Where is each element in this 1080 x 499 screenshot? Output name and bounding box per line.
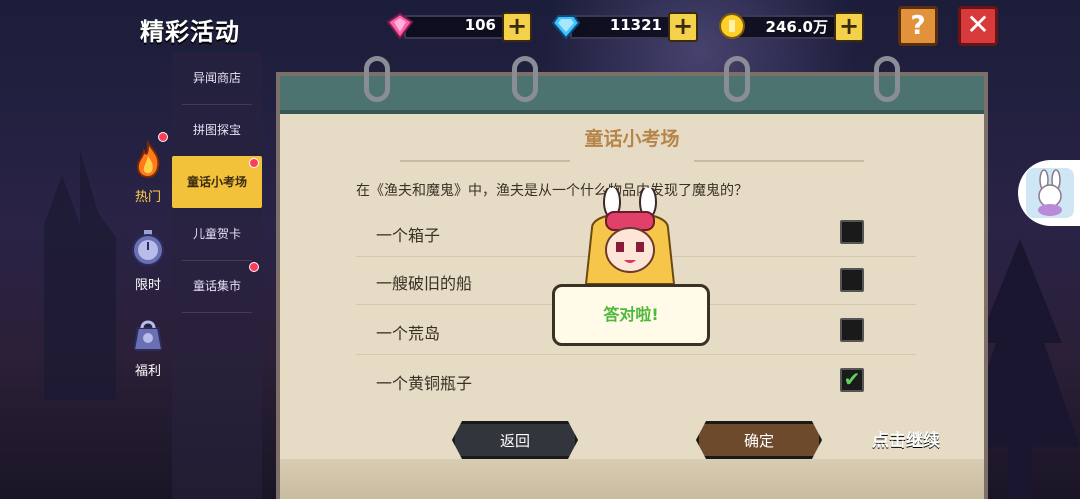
category-limited[interactable]: 限时 <box>124 228 172 293</box>
gold-coin-icon <box>719 13 745 39</box>
option-label: 一个黄铜瓶子 <box>376 374 473 393</box>
quiz-title: 童话小考场 <box>584 128 680 150</box>
divider <box>694 160 864 162</box>
tap-to-continue[interactable]: 点击继续 <box>872 426 940 451</box>
submenu-item-shop[interactable]: 异闻商店 <box>172 52 262 104</box>
category-hot[interactable]: 热门 <box>124 139 172 205</box>
binder-ring <box>874 56 900 102</box>
confirm-button[interactable]: 确定 <box>696 421 822 459</box>
quiz-question: 在《渔夫和魔鬼》中，渔夫是从一个什么物品内发现了魔鬼的？ <box>356 183 748 199</box>
back-button[interactable]: 返回 <box>452 421 578 459</box>
option-checkbox[interactable] <box>840 318 864 342</box>
binder-ring <box>724 56 750 102</box>
blue-diamond-icon <box>552 15 580 40</box>
option-label: 一个箱子 <box>376 226 441 245</box>
page-title: 精彩活动 <box>140 18 240 46</box>
notification-dot <box>249 262 259 272</box>
pink-gem-value: 106 <box>464 16 496 34</box>
category-label: 热门 <box>134 190 161 205</box>
bunny-plush-icon <box>1038 169 1062 216</box>
binder-ring <box>364 56 390 102</box>
divider <box>400 160 570 162</box>
checkmark-icon: ✔ <box>843 367 861 391</box>
add-coin-button[interactable]: + <box>834 12 864 42</box>
pink-gem-icon <box>386 12 414 40</box>
bunny-girl-character <box>584 188 676 285</box>
side-shortcut-avatar[interactable] <box>1018 160 1080 226</box>
add-pink-gem-button[interactable]: + <box>502 12 532 42</box>
submenu-item-puzzle[interactable]: 拼图探宝 <box>172 104 262 156</box>
coin-value: 246.0万 <box>765 18 828 36</box>
category-label: 福利 <box>134 364 161 379</box>
help-button[interactable]: ? <box>898 6 938 46</box>
submenu-item-cards[interactable]: 儿童贺卡 <box>172 208 262 260</box>
fire-icon <box>136 139 160 179</box>
option-checkbox[interactable] <box>840 220 864 244</box>
add-diamond-button[interactable]: + <box>668 12 698 42</box>
option-checkbox[interactable] <box>840 268 864 292</box>
notification-dot <box>158 132 168 142</box>
speech-bubble: 答对啦! <box>552 284 710 346</box>
option-label: 一个荒岛 <box>376 324 441 343</box>
category-label: 限时 <box>134 278 161 293</box>
activity-submenu: 异闻商店 拼图探宝 童话小考场 儿童贺卡 童话集市 <box>172 52 262 499</box>
diamond-value: 11321 <box>609 16 662 34</box>
panel-footer <box>280 459 984 499</box>
close-button[interactable]: ✕ <box>958 6 998 46</box>
option-checkbox-checked[interactable]: ✔ <box>840 368 864 392</box>
stopwatch-icon <box>132 230 164 266</box>
binder-ring <box>512 56 538 102</box>
gift-bag-icon <box>132 320 164 351</box>
notification-dot <box>249 158 259 168</box>
category-welfare[interactable]: 福利 <box>124 314 172 379</box>
option-label: 一艘破旧的船 <box>376 274 473 293</box>
